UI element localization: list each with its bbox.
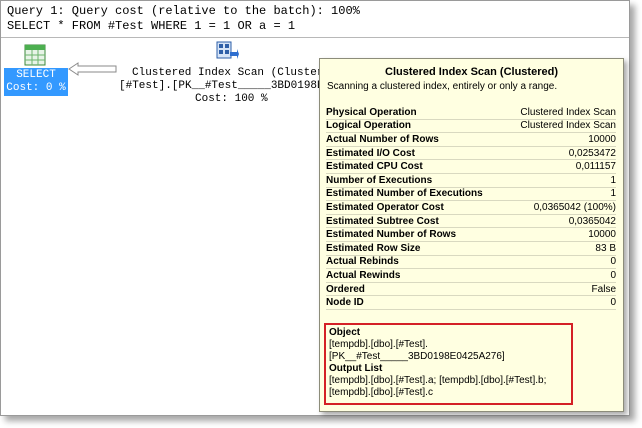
property-value: 0 <box>610 269 616 281</box>
property-name: Node ID <box>326 297 364 309</box>
scan-node-label-1: Clustered Index Scan (Clustered <box>132 67 337 79</box>
object-line: [PK__#Test_____3BD0198E0425A276] <box>329 351 505 362</box>
property-name: Estimated CPU Cost <box>326 161 423 173</box>
property-row: Actual Number of Rows 10000 <box>326 133 616 147</box>
property-row: Estimated Number of Rows 10000 <box>326 228 616 242</box>
property-row: Ordered False <box>326 283 616 297</box>
property-row: Estimated I/O Cost 0,0253472 <box>326 147 616 161</box>
property-value: 0,0253472 <box>568 147 616 159</box>
property-row: Estimated Operator Cost 0,0365042 (100%) <box>326 201 616 215</box>
property-value: 0 <box>610 297 616 309</box>
left-arrow-icon <box>68 62 117 76</box>
property-name: Actual Number of Rows <box>326 133 439 145</box>
property-value: 0,0365042 <box>568 215 616 227</box>
property-name: Estimated Operator Cost <box>326 201 444 213</box>
property-name: Estimated I/O Cost <box>326 147 415 159</box>
property-value: 10000 <box>588 133 616 145</box>
output-list-line: [tempdb].[dbo].[#Test].c <box>329 387 433 398</box>
scan-node-cost: Cost: 100 % <box>195 93 268 105</box>
property-value: 83 B <box>595 242 616 254</box>
tooltip-description: Scanning a clustered index, entirely or … <box>327 81 558 92</box>
clustered-index-scan-icon[interactable] <box>215 39 239 63</box>
property-name: Estimated Row Size <box>326 242 421 254</box>
property-name: Actual Rewinds <box>326 269 401 281</box>
query-cost-line: Query 1: Query cost (relative to the bat… <box>7 4 360 18</box>
query-header: Query 1: Query cost (relative to the bat… <box>1 1 629 38</box>
property-value: 10000 <box>588 229 616 241</box>
select-node[interactable]: SELECT Cost: 0 % <box>4 68 68 96</box>
output-list-heading: Output List <box>329 363 383 374</box>
output-list-line: [tempdb].[dbo].[#Test].a; [tempdb].[dbo]… <box>329 375 547 386</box>
property-name: Estimated Number of Executions <box>326 188 483 200</box>
property-row: Estimated CPU Cost 0,011157 <box>326 160 616 174</box>
table-grid-icon[interactable] <box>24 44 46 66</box>
property-value: 0,011157 <box>575 161 616 173</box>
tooltip-properties: Physical Operation Clustered Index Scan L… <box>326 106 616 310</box>
property-name: Estimated Number of Rows <box>326 229 457 241</box>
select-node-title: SELECT <box>16 69 56 81</box>
property-row: Node ID 0 <box>326 296 616 310</box>
property-name: Logical Operation <box>326 120 412 132</box>
scan-node-label-2: [#Test].[PK__#Test_____3BD0198E04 <box>119 80 337 92</box>
property-row: Actual Rebinds 0 <box>326 256 616 270</box>
object-line: [tempdb].[dbo].[#Test]. <box>329 339 428 350</box>
tooltip-title: Clustered Index Scan (Clustered) <box>385 66 558 78</box>
operator-tooltip: Clustered Index Scan (Clustered) Scannin… <box>319 58 624 412</box>
property-row: Logical Operation Clustered Index Scan <box>326 120 616 134</box>
property-value: 1 <box>610 188 616 200</box>
property-row: Estimated Row Size 83 B <box>326 242 616 256</box>
property-name: Physical Operation <box>326 106 417 118</box>
property-name: Estimated Subtree Cost <box>326 215 439 227</box>
property-name: Ordered <box>326 283 365 295</box>
property-row: Estimated Subtree Cost 0,0365042 <box>326 215 616 229</box>
property-value: Clustered Index Scan <box>520 106 616 118</box>
property-name: Number of Executions <box>326 174 433 186</box>
property-value: 0,0365042 (100%) <box>533 201 616 213</box>
query-text-line: SELECT * FROM #Test WHERE 1 = 1 OR a = 1 <box>7 19 296 33</box>
property-row: Physical Operation Clustered Index Scan <box>326 106 616 120</box>
highlighted-object-output: Object [tempdb].[dbo].[#Test]. [PK__#Tes… <box>324 323 573 405</box>
property-value: Clustered Index Scan <box>520 120 616 132</box>
property-value: False <box>591 283 616 295</box>
property-value: 1 <box>610 174 616 186</box>
property-name: Actual Rebinds <box>326 256 399 268</box>
property-row: Actual Rewinds 0 <box>326 269 616 283</box>
execution-plan-window: Query 1: Query cost (relative to the bat… <box>0 0 630 416</box>
object-heading: Object <box>329 327 361 338</box>
property-row: Number of Executions 1 <box>326 174 616 188</box>
select-node-cost: Cost: 0 % <box>6 82 66 94</box>
property-row: Estimated Number of Executions 1 <box>326 188 616 202</box>
property-value: 0 <box>610 256 616 268</box>
